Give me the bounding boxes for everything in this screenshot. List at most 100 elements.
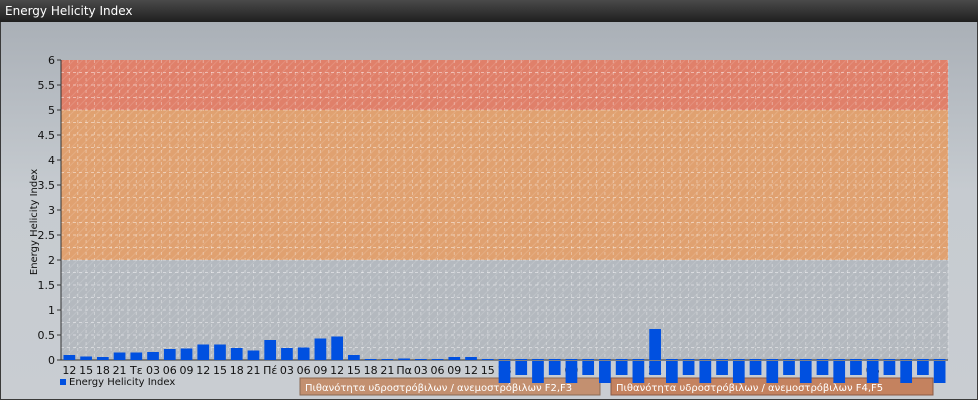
overflow-bar bbox=[498, 361, 511, 383]
bar bbox=[682, 359, 695, 360]
x-tick-label: 15 bbox=[481, 364, 495, 377]
bar bbox=[113, 352, 126, 360]
legend-label: Energy Helicity Index bbox=[69, 377, 175, 388]
bar bbox=[398, 358, 410, 360]
bar bbox=[783, 359, 795, 360]
bar bbox=[197, 344, 210, 360]
overflow-bar bbox=[565, 361, 578, 383]
y-tick-label: 3.5 bbox=[38, 179, 56, 192]
bar bbox=[448, 357, 461, 360]
bar bbox=[163, 349, 176, 360]
bar bbox=[749, 359, 762, 360]
bar bbox=[314, 338, 327, 360]
bar bbox=[63, 355, 76, 360]
y-axis-label: Energy Helicity Index bbox=[29, 169, 40, 275]
bar bbox=[348, 355, 360, 360]
bar bbox=[431, 359, 444, 360]
bar bbox=[281, 348, 293, 360]
y-tick-label: 0 bbox=[48, 354, 55, 367]
overflow-bar bbox=[900, 361, 913, 383]
annotation-f2f3: Πιθανότητα υδροστρόβιλων / ανεμοστρόβιλω… bbox=[299, 377, 601, 396]
bar bbox=[481, 359, 494, 360]
x-tick-label: 09 bbox=[180, 364, 194, 377]
bar bbox=[130, 352, 143, 360]
x-tick-label: 06 bbox=[431, 364, 445, 377]
x-tick-label: 12 bbox=[330, 364, 344, 377]
bar bbox=[548, 359, 561, 360]
bar bbox=[414, 359, 427, 360]
bar bbox=[716, 359, 728, 360]
bar bbox=[816, 359, 829, 360]
overflow-bar bbox=[649, 361, 661, 375]
bar bbox=[331, 336, 343, 360]
overflow-bar bbox=[682, 361, 695, 375]
overflow-bar bbox=[816, 361, 829, 375]
annotation-f4f5-text: Πιθανότητα υδροστρόβιλων / ανεμοστρόβιλω… bbox=[616, 382, 883, 394]
bar bbox=[247, 350, 260, 360]
bar bbox=[214, 344, 226, 360]
x-tick-label: 06 bbox=[297, 364, 311, 377]
bar bbox=[465, 357, 477, 360]
bar bbox=[766, 359, 779, 360]
x-tick-label: 21 bbox=[380, 364, 394, 377]
bar bbox=[615, 359, 628, 360]
bar bbox=[515, 359, 528, 360]
x-tick-label: 09 bbox=[313, 364, 327, 377]
x-tick-label: 12 bbox=[196, 364, 210, 377]
x-tick-label: 03 bbox=[146, 364, 160, 377]
x-tick-label: 12 bbox=[464, 364, 478, 377]
x-tick-label: 18 bbox=[96, 364, 110, 377]
bar bbox=[180, 348, 193, 360]
bar bbox=[666, 359, 678, 360]
y-tick-label: 6 bbox=[48, 54, 55, 67]
bar bbox=[933, 359, 946, 360]
bar bbox=[883, 359, 896, 360]
overflow-bar bbox=[699, 361, 712, 383]
overflow-bar bbox=[599, 361, 611, 383]
y-tick-label: 4.5 bbox=[38, 129, 56, 142]
chart-panel: 0 0.5 1 1.5 2 2.5 3 3.5 4 4.5 5 5.5 6 12 15 18 21 Τε 03 06… bbox=[1, 22, 977, 399]
y-tick-label: 2 bbox=[48, 254, 55, 267]
overflow-bar bbox=[582, 361, 595, 375]
overflow-bar bbox=[799, 361, 812, 383]
overflow-bar bbox=[883, 361, 896, 375]
bar bbox=[532, 359, 544, 360]
x-tick-label: 03 bbox=[414, 364, 428, 377]
bar bbox=[917, 359, 929, 360]
overflow-bar bbox=[666, 361, 678, 383]
legend-swatch bbox=[60, 379, 66, 385]
bar bbox=[364, 359, 377, 360]
y-tick-label: 0.5 bbox=[38, 329, 56, 342]
x-tick-label: Πέ bbox=[263, 364, 277, 377]
overflow-bar bbox=[615, 361, 628, 375]
y-tick-label: 5 bbox=[48, 104, 55, 117]
bar bbox=[850, 359, 862, 360]
bar bbox=[833, 359, 846, 360]
bar bbox=[599, 359, 611, 360]
bar bbox=[297, 347, 310, 360]
x-tick-label: 15 bbox=[79, 364, 93, 377]
bar bbox=[649, 329, 661, 360]
bar bbox=[799, 359, 812, 360]
overflow-bar bbox=[532, 361, 544, 383]
x-tick-label: 15 bbox=[347, 364, 361, 377]
bar bbox=[699, 359, 712, 360]
bar bbox=[381, 359, 394, 360]
x-tick-label: 09 bbox=[447, 364, 461, 377]
overflow-bar bbox=[716, 361, 728, 375]
overflow-bar bbox=[515, 361, 528, 375]
overflow-bar bbox=[548, 361, 561, 375]
overflow-bar bbox=[749, 361, 762, 375]
app-window: Energy Helicity Index 0 0.5 1 1.5 2 2.5 3 3.5 4 4… bbox=[0, 0, 978, 400]
y-tick-label: 1.5 bbox=[38, 279, 56, 292]
bar bbox=[80, 356, 92, 360]
x-tick-label: 03 bbox=[280, 364, 294, 377]
x-tick-label: 12 bbox=[62, 364, 76, 377]
x-tick-label: Πα bbox=[396, 364, 412, 377]
y-tick-label: 3 bbox=[48, 204, 55, 217]
overflow-bar bbox=[866, 361, 879, 383]
overflow-bar bbox=[917, 361, 929, 375]
legend: Energy Helicity Index bbox=[60, 377, 175, 388]
bar bbox=[230, 348, 243, 360]
overflow-bar bbox=[732, 361, 745, 383]
